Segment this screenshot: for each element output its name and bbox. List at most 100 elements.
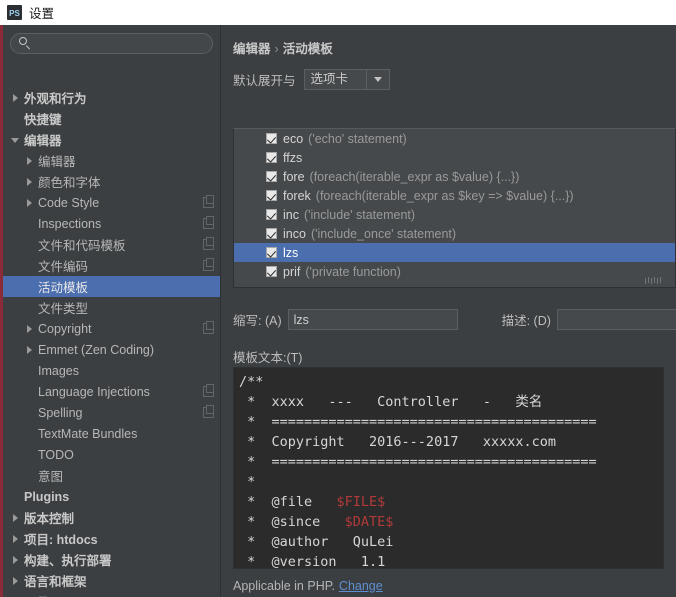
template-row[interactable]: forek (foreach(iterable_expr as $key => $… xyxy=(234,186,675,205)
sidebar-item-11[interactable]: Copyright xyxy=(3,318,220,339)
sidebar-item-3[interactable]: 编辑器 xyxy=(3,150,220,171)
sidebar-item-8[interactable]: 文件编码 xyxy=(3,255,220,276)
template-row[interactable]: ffzs xyxy=(234,148,675,167)
chevron-right-icon[interactable] xyxy=(25,324,34,333)
template-description: (foreach(iterable_expr as $value) {...}) xyxy=(309,169,520,184)
template-abbreviation: eco xyxy=(283,131,304,146)
sidebar-item-16[interactable]: TextMate Bundles xyxy=(3,423,220,444)
copy-settings-icon[interactable] xyxy=(203,216,214,229)
sidebar-item-label: 工具 xyxy=(24,592,49,597)
copy-settings-icon[interactable] xyxy=(203,237,214,250)
sidebar-item-6[interactable]: Inspections xyxy=(3,213,220,234)
checkbox-icon[interactable] xyxy=(266,171,277,182)
sidebar-item-22[interactable]: 构建、执行部署 xyxy=(3,549,220,570)
copy-settings-icon[interactable] xyxy=(203,321,214,334)
code-text: * @file xyxy=(239,494,337,510)
sidebar-item-label: 外观和行为 xyxy=(24,92,87,106)
sidebar-item-label: 快捷键 xyxy=(24,113,62,127)
sidebar-item-7[interactable]: 文件和代码模板 xyxy=(3,234,220,255)
chevron-right-icon[interactable] xyxy=(25,345,34,354)
copy-settings-icon[interactable] xyxy=(203,384,214,397)
sidebar-item-4[interactable]: 颜色和字体 xyxy=(3,171,220,192)
template-text-editor[interactable]: /** * xxxx --- Controller - 类名 * =======… xyxy=(233,367,664,569)
sidebar-item-18[interactable]: 意图 xyxy=(3,465,220,486)
search-input[interactable] xyxy=(37,36,204,51)
checkbox-icon[interactable] xyxy=(266,133,277,144)
template-row[interactable]: lzs xyxy=(234,243,675,262)
template-text-label: 模板文本:(T) xyxy=(233,351,303,365)
sidebar-item-24[interactable]: 工具 xyxy=(3,591,220,597)
sidebar-item-label: 版本控制 xyxy=(24,512,75,526)
expand-with-select[interactable]: 选项卡 xyxy=(303,69,390,90)
sidebar-item-label: 项目: htdocs xyxy=(24,533,98,547)
description-input[interactable] xyxy=(556,309,676,330)
checkbox-icon[interactable] xyxy=(266,190,277,201)
search-box[interactable] xyxy=(10,33,213,54)
chevron-down-icon[interactable] xyxy=(11,135,20,144)
copy-settings-icon[interactable] xyxy=(203,195,214,208)
sidebar-item-2[interactable]: 编辑器 xyxy=(3,129,220,150)
expand-with-row: 默认展开与 选项卡 xyxy=(221,57,676,90)
code-text: * @author QuLei xyxy=(239,534,394,550)
sidebar-item-5[interactable]: Code Style xyxy=(3,192,220,213)
sidebar-item-10[interactable]: 文件类型 xyxy=(3,297,220,318)
sidebar-item-17[interactable]: TODO xyxy=(3,444,220,465)
abbreviation-input[interactable] xyxy=(287,309,458,330)
chevron-right-icon[interactable] xyxy=(25,198,34,207)
applicable-text: Applicable in PHP. xyxy=(233,579,335,593)
template-row[interactable]: fore (foreach(iterable_expr as $value) {.… xyxy=(234,167,675,186)
chevron-right-icon[interactable] xyxy=(25,156,34,165)
sidebar-item-23[interactable]: 语言和框架 xyxy=(3,570,220,591)
chevron-right-icon[interactable] xyxy=(11,555,20,564)
template-row[interactable]: inco ('include_once' statement) xyxy=(234,224,675,243)
template-abbreviation: lzs xyxy=(283,245,299,260)
code-line: * @since $DATE$ xyxy=(236,512,663,532)
sidebar-item-label: Code Style xyxy=(38,195,100,210)
breadcrumb-parent[interactable]: 编辑器 xyxy=(233,42,271,56)
chevron-right-icon[interactable] xyxy=(11,93,20,102)
live-templates-list[interactable]: eco ('echo' statement) ffzs fore (foreach(it… xyxy=(233,128,676,288)
sidebar-item-12[interactable]: Emmet (Zen Coding) xyxy=(3,339,220,360)
chevron-right-icon[interactable] xyxy=(11,576,20,585)
copy-settings-icon[interactable] xyxy=(203,405,214,418)
template-row[interactable]: inc ('include' statement) xyxy=(234,205,675,224)
sidebar-item-20[interactable]: 版本控制 xyxy=(3,507,220,528)
chevron-right-icon[interactable] xyxy=(11,534,20,543)
description-label: 描述: (D) xyxy=(501,314,551,328)
sidebar-item-9[interactable]: 活动模板 xyxy=(3,276,220,297)
chevron-down-icon[interactable] xyxy=(367,70,389,89)
sidebar-item-1[interactable]: 快捷键 xyxy=(3,108,220,129)
sidebar-item-15[interactable]: Spelling xyxy=(3,402,220,423)
sidebar-item-19[interactable]: Plugins xyxy=(3,486,220,507)
template-row[interactable]: prif ('private function) xyxy=(234,262,675,281)
chevron-right-icon[interactable] xyxy=(25,177,34,186)
change-context-link[interactable]: Change xyxy=(339,579,383,593)
resize-grip-icon[interactable] xyxy=(645,277,661,284)
breadcrumb-separator: › xyxy=(274,42,279,56)
code-text: * @version 1.1 xyxy=(239,554,386,569)
checkbox-icon[interactable] xyxy=(266,266,277,277)
checkbox-icon[interactable] xyxy=(266,247,277,258)
checkbox-icon[interactable] xyxy=(266,152,277,163)
chevron-right-icon[interactable] xyxy=(11,513,20,522)
template-abbreviation: inco xyxy=(283,226,306,241)
code-text: * ======================================… xyxy=(239,414,597,430)
window-content: 外观和行为 快捷键 编辑器 编辑器 颜色和字体 Code Style Inspections… xyxy=(0,25,676,597)
sidebar-item-13[interactable]: Images xyxy=(3,360,220,381)
sidebar-item-14[interactable]: Language Injections xyxy=(3,381,220,402)
checkbox-icon[interactable] xyxy=(266,228,277,239)
checkbox-icon[interactable] xyxy=(266,209,277,220)
abbreviation-description-row: 缩写: (A) 描述: (D) xyxy=(233,309,676,330)
copy-settings-icon[interactable] xyxy=(203,258,214,271)
sidebar-item-21[interactable]: 项目: htdocs xyxy=(3,528,220,549)
code-line: * Copyright 2016---2017 xxxxx.com xyxy=(236,432,663,452)
sidebar-item-label: Spelling xyxy=(38,405,83,420)
template-row[interactable]: eco ('echo' statement) xyxy=(234,129,675,148)
sidebar-item-0[interactable]: 外观和行为 xyxy=(3,87,220,108)
